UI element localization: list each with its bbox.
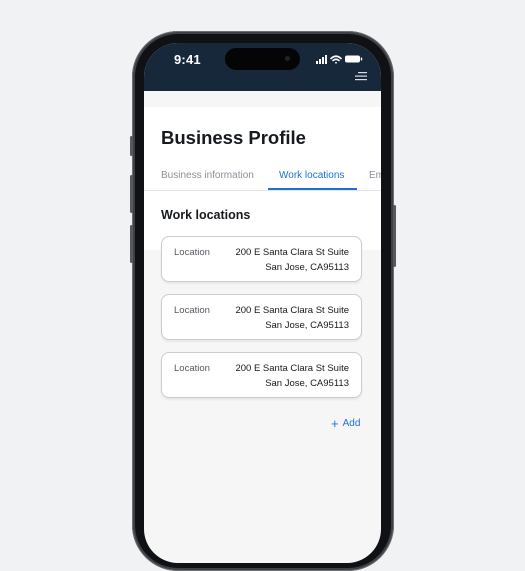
location-address-line1: 200 E Santa Clara St Suite [235, 247, 349, 258]
menu-icon[interactable] [355, 71, 367, 81]
status-time: 9:41 [174, 52, 201, 67]
tab-work-locations[interactable]: Work locations [279, 170, 344, 182]
battery-icon [345, 55, 363, 63]
tab-employees[interactable]: Em [369, 170, 381, 182]
power-button [393, 205, 396, 267]
location-label: Location [174, 247, 210, 258]
location-card[interactable]: Location 200 E Santa Clara St Suite San … [161, 294, 362, 340]
tab-divider [144, 190, 381, 191]
location-label: Location [174, 363, 210, 374]
section-title: Work locations [161, 208, 251, 222]
app-header: 9:41 [144, 43, 381, 91]
cellular-signal-icon [316, 55, 327, 64]
plus-icon: + [331, 415, 339, 431]
location-card[interactable]: Location 200 E Santa Clara St Suite San … [161, 352, 362, 398]
phone-screen: 9:41 Business Profile Business informati… [144, 43, 381, 563]
volume-down-button [130, 225, 133, 263]
wifi-icon [330, 55, 342, 64]
camera-icon [285, 56, 290, 61]
location-address-line2: San Jose, CA95113 [265, 320, 349, 331]
dynamic-island [225, 48, 300, 70]
add-label: Add [342, 418, 361, 429]
location-address-line2: San Jose, CA95113 [265, 262, 349, 273]
location-address-line1: 200 E Santa Clara St Suite [235, 363, 349, 374]
volume-up-button [130, 175, 133, 213]
location-card[interactable]: Location 200 E Santa Clara St Suite San … [161, 236, 362, 282]
location-address-line1: 200 E Santa Clara St Suite [235, 305, 349, 316]
location-address-line2: San Jose, CA95113 [265, 378, 349, 389]
tab-business-information[interactable]: Business information [161, 170, 254, 182]
status-icons [316, 55, 363, 64]
action-button [130, 136, 133, 156]
page-title: Business Profile [161, 127, 306, 148]
add-location-button[interactable]: + Add [331, 415, 361, 431]
location-label: Location [174, 305, 210, 316]
